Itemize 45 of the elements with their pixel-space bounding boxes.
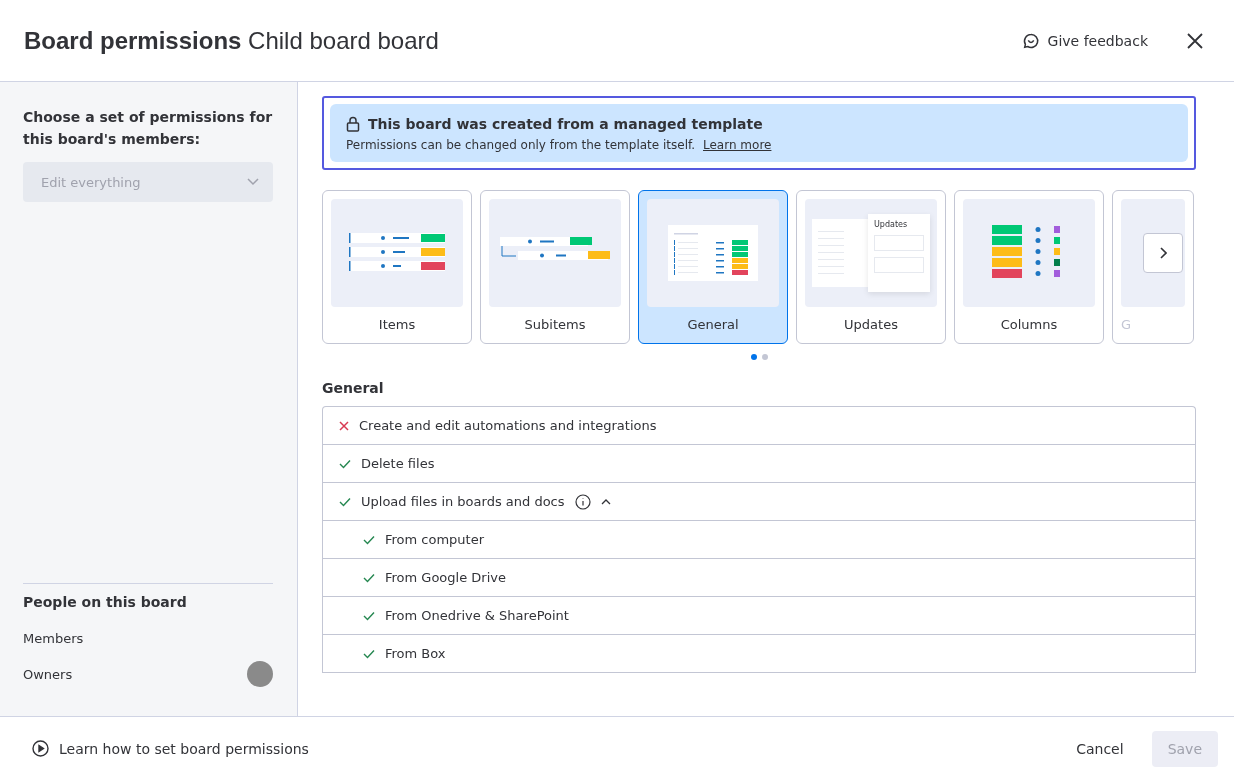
- category-label: G: [1121, 317, 1132, 332]
- update-card: [874, 257, 924, 273]
- page-dot[interactable]: [750, 354, 757, 360]
- banner-text: Permissions can be changed only from the template itself. Learn more: [346, 138, 773, 152]
- category-card[interactable]: Columns: [954, 190, 1104, 344]
- tutorial-link[interactable]: Learn how to set board permissions: [32, 740, 309, 757]
- permission-label: From Google Drive: [385, 570, 506, 585]
- permission-label: Create and edit automations and integrations: [359, 418, 657, 433]
- people-group-label[interactable]: Members: [23, 630, 84, 646]
- give-feedback-button[interactable]: Give feedback: [1013, 25, 1156, 56]
- chevron-up-icon[interactable]: [600, 498, 611, 505]
- people-heading: People on this board: [23, 594, 188, 610]
- category-card[interactable]: Subitems: [480, 190, 630, 344]
- update-card: [874, 235, 924, 251]
- category-label: Columns: [1000, 317, 1058, 332]
- banner-title: This board was created from a managed template: [368, 116, 763, 132]
- category-label: Updates: [844, 317, 898, 332]
- category-label: Items: [378, 317, 416, 332]
- chat-bubble-icon: [1021, 31, 1040, 50]
- people-group-label[interactable]: Owners: [23, 666, 73, 682]
- dialog-title: Board permissions Child board board: [24, 26, 439, 55]
- page-dot[interactable]: [761, 354, 768, 360]
- close-icon: [1186, 31, 1204, 50]
- permission-label: Delete files: [361, 456, 435, 471]
- permission-label: From Box: [385, 646, 446, 661]
- permission-label: From computer: [385, 532, 485, 547]
- avatar[interactable]: [247, 661, 273, 687]
- updates-panel-title: Updates: [874, 220, 909, 229]
- category-card[interactable]: General: [638, 190, 788, 344]
- section-title: General: [322, 380, 385, 396]
- play-icon: [32, 740, 49, 757]
- list-drawing: [812, 219, 868, 287]
- lock-icon: [346, 116, 360, 132]
- category-card[interactable]: Items: [322, 190, 472, 344]
- category-label: Subitems: [524, 317, 586, 332]
- category-card[interactable]: Updates Updates: [796, 190, 946, 344]
- chevron-down-icon: [247, 178, 259, 186]
- cancel-button[interactable]: Cancel: [1060, 730, 1140, 767]
- category-label: General: [687, 317, 739, 332]
- info-icon[interactable]: [574, 493, 591, 510]
- chevron-right-icon: [1159, 247, 1167, 259]
- learn-more-link[interactable]: Learn more: [703, 138, 772, 152]
- permission-label: From Onedrive & SharePoint: [385, 608, 569, 623]
- permission-label: Upload files in boards and docs: [361, 494, 565, 509]
- permission-set-prompt: Choose a set of permissions for this board's members:: [23, 108, 273, 149]
